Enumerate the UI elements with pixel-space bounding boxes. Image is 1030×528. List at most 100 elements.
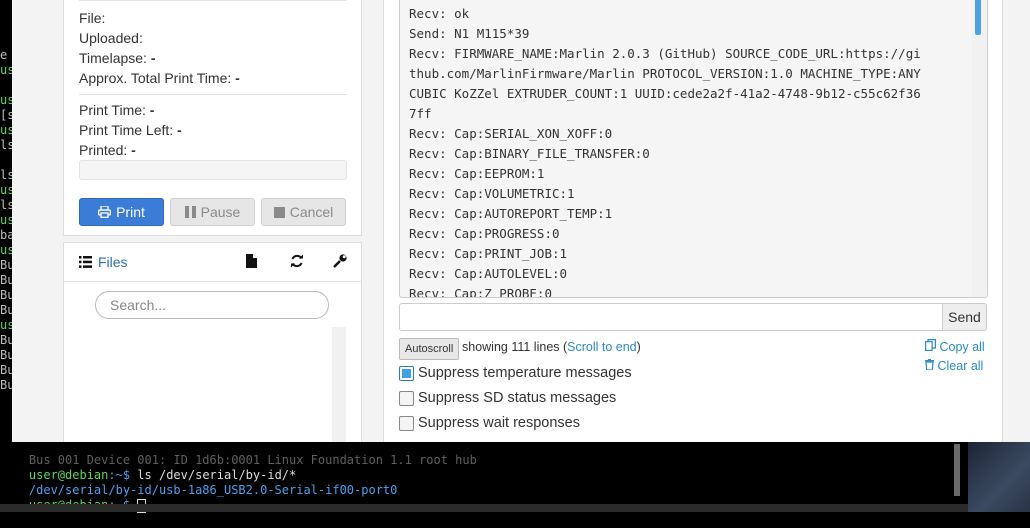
terminal-output-line: CUBIC KoZZel EXTRUDER_COUNT:1 UUID:cede2… [409, 86, 921, 101]
terminal-output-line: thub.com/MarlinFirmware/Marlin PROTOCOL_… [409, 66, 921, 81]
approx-time-label: Approx. Total Print Time: [79, 70, 232, 86]
terminal-output-line: Recv: Cap:PROGRESS:0 [409, 226, 560, 241]
timelapse-value: - [150, 50, 156, 66]
terminal-output-line: Recv: Cap:BINARY_FILE_TRANSFER:0 [409, 146, 650, 161]
terminal-fragment: us [0, 93, 12, 107]
refresh-icon[interactable] [289, 253, 305, 269]
terminal-fragment [0, 153, 12, 168]
file-row: File: [79, 10, 105, 26]
suppress-wait-row[interactable]: Suppress wait responses [399, 415, 580, 431]
print-time-left-value: - [177, 122, 182, 138]
autoscroll-label: Autoscroll [405, 343, 454, 355]
files-header: Files [64, 243, 361, 282]
files-panel: Files Search... [63, 242, 362, 442]
suppress-sd-checkbox[interactable] [399, 390, 414, 406]
print-button[interactable]: Print [79, 198, 164, 226]
list-icon [79, 256, 92, 268]
terminal-line-ls: user@debian:~$ ls /dev/serial/by-id/* [0, 453, 296, 482]
terminal-output-line: Recv: Cap:AUTOREPORT_TEMP:1 [409, 206, 613, 221]
new-file-icon[interactable] [243, 253, 259, 269]
terminal-fragment: us [0, 243, 12, 257]
terminal-fragment: Bu [0, 258, 12, 272]
terminal-fragment: ba [0, 228, 12, 242]
copy-all-link[interactable]: Copy all [925, 339, 985, 354]
stop-icon [273, 206, 285, 218]
showing-close-paren: ) [636, 340, 641, 354]
clear-all-label: Clear all [937, 359, 984, 373]
terminal-fragment: [s [0, 108, 12, 122]
terminal-fragment [0, 78, 12, 93]
terminal-output-line: Recv: Cap:PRINT_JOB:1 [409, 246, 568, 261]
timelapse-label: Timelapse: [79, 50, 147, 66]
cancel-button[interactable]: Cancel [261, 198, 346, 226]
printed-label: Printed: [79, 142, 128, 158]
terminal-fragment: Bu [0, 378, 12, 392]
terminal-fragment: us [0, 213, 12, 227]
send-button-label: Send [948, 309, 981, 325]
terminal-fragment: Bu [0, 303, 12, 317]
scrollbar-thumb[interactable] [975, 0, 981, 35]
terminal-fragment: e [0, 48, 8, 62]
files-list-scrollbar[interactable] [332, 327, 346, 442]
terminal-output-scrollbar[interactable] [972, 0, 986, 297]
pause-button[interactable]: Pause [170, 198, 255, 226]
terminal-fragment: ls [0, 198, 12, 212]
files-title-link[interactable]: Files [79, 254, 128, 270]
terminal-fragment: us [0, 123, 12, 137]
printer-icon [98, 206, 112, 218]
print-button-label: Print [116, 204, 145, 220]
terminal-fragment: Bu [0, 348, 12, 362]
terminal-fragment: Bu [0, 273, 12, 287]
printed-value: - [131, 142, 136, 158]
suppress-wait-checkbox[interactable] [399, 415, 414, 431]
terminal-fragment: ls [0, 138, 12, 152]
terminal-fragment: Bu [0, 288, 12, 302]
cancel-button-label: Cancel [289, 204, 334, 220]
command-input[interactable] [399, 303, 943, 331]
clear-all-link[interactable]: Clear all [925, 359, 983, 373]
print-time-value: - [149, 102, 155, 118]
terminal-scrollbar[interactable] [954, 444, 960, 496]
file-label: File: [79, 10, 106, 26]
terminal-line-prompt[interactable]: user@debian:~$ [0, 483, 147, 513]
terminal-output-line: Recv: FIRMWARE_NAME:Marlin 2.0.3 (GitHub… [409, 46, 921, 61]
terminal-fragment: Bu [0, 333, 12, 347]
approx-time-value: - [235, 70, 240, 86]
divider [79, 94, 347, 95]
suppress-temp-label: Suppress temperature messages [418, 365, 632, 381]
showing-lines-text: showing 111 lines (Scroll to end) [462, 340, 641, 354]
terminal-output-line: Recv: Cap:Z_PROBE:0 [409, 286, 552, 298]
suppress-sd-row[interactable]: Suppress SD status messages [399, 390, 616, 406]
suppress-wait-label: Suppress wait responses [418, 415, 580, 431]
files-title: Files [98, 254, 128, 270]
terminal-output-line: Recv: Cap:VOLUMETRIC:1 [409, 186, 575, 201]
print-progress-bar [79, 160, 347, 180]
scroll-to-end-link[interactable]: Scroll to end [567, 340, 636, 354]
terminal-output-line: Send: N1 M115*39 [409, 26, 530, 41]
approx-time-row: Approx. Total Print Time: - [79, 70, 240, 86]
terminal-output-line: Recv: ok [409, 6, 470, 21]
terminal-output-line: Recv: Cap:EEPROM:1 [409, 166, 545, 181]
printed-row: Printed: - [79, 142, 136, 158]
trash-icon [925, 359, 934, 371]
autoscroll-button[interactable]: Autoscroll [399, 338, 460, 360]
timelapse-row: Timelapse: - [79, 50, 156, 66]
terminal-fragment: Bu [0, 363, 12, 377]
print-time-left-label: Print Time Left: [79, 122, 174, 138]
files-search-input[interactable]: Search... [95, 291, 329, 319]
uploaded-label: Uploaded: [79, 30, 143, 46]
suppress-temp-row[interactable]: Suppress temperature messages [399, 365, 632, 381]
pause-button-label: Pause [200, 204, 241, 220]
terminal-tab-panel: Send: N0 M110 N0*125Recv: okSend: N1 M11… [383, 0, 1003, 442]
showing-count: showing 111 lines ( [462, 340, 568, 354]
print-time-left-row: Print Time Left: - [79, 122, 182, 138]
terminal-fragment: ls [0, 168, 12, 182]
print-time-label: Print Time: [79, 102, 146, 118]
wrench-icon[interactable] [332, 253, 348, 269]
browser-window: File: Uploaded: Timelapse: - Approx. Tot… [12, 0, 1030, 442]
send-button[interactable]: Send [942, 303, 987, 331]
suppress-temp-checkbox[interactable] [399, 365, 414, 381]
terminal-fragment: us [0, 183, 12, 197]
terminal-fragment: us [0, 63, 12, 77]
divider [79, 0, 347, 1]
